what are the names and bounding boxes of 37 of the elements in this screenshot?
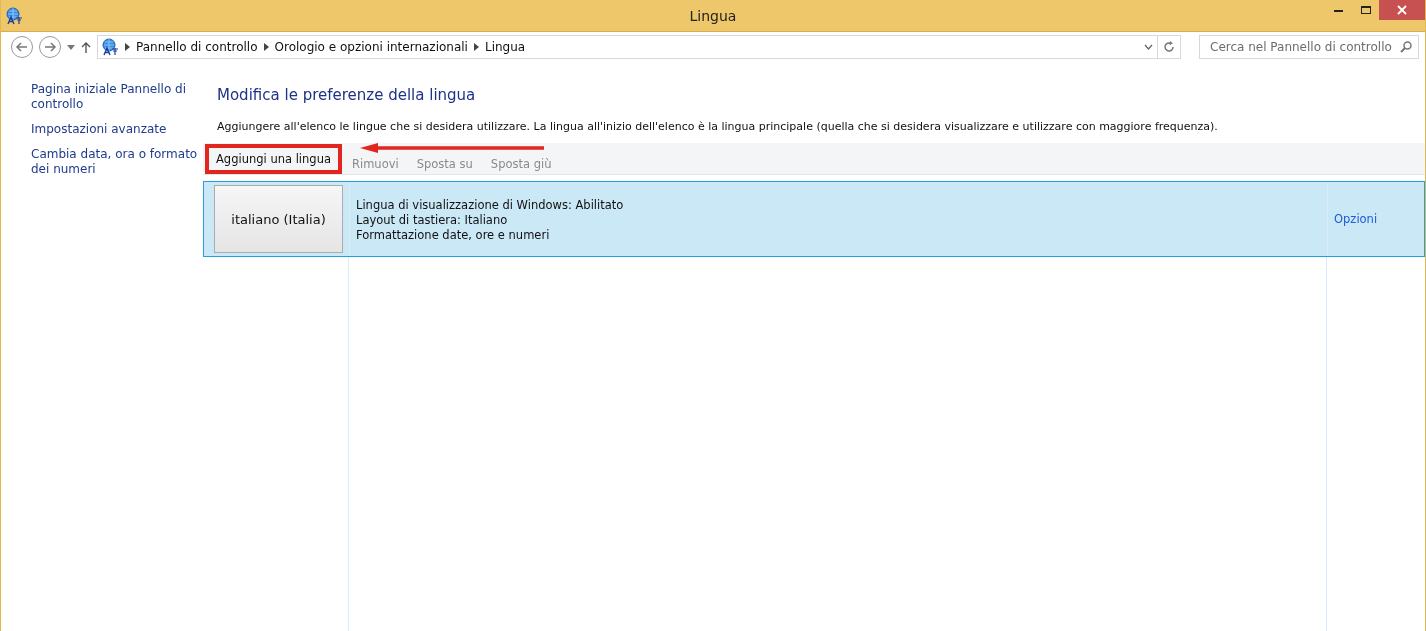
forward-arrow-icon — [44, 42, 56, 52]
minimize-icon — [1334, 8, 1343, 12]
breadcrumb-item[interactable]: Orologio e opzioni internazionali — [274, 40, 468, 54]
globe-language-icon — [5, 6, 23, 25]
search-icon — [1400, 41, 1412, 53]
search-field[interactable]: Cerca nel Pannello di controllo — [1199, 35, 1419, 59]
page-heading: Modifica le preferenze della lingua — [217, 86, 477, 104]
language-row[interactable]: italiano (Italia) Lingua di visualizzazione di Windows: Abilitato Layout di tastiera: Italiano Formattazione date, ore e numeri Opzioni — [203, 181, 1425, 257]
chevron-right-icon — [473, 43, 479, 51]
chevron-right-icon — [263, 43, 269, 51]
window-title: Lingua — [689, 7, 737, 24]
language-button[interactable]: italiano (Italia) — [214, 185, 343, 253]
back-button[interactable] — [11, 36, 33, 58]
maximize-icon — [1360, 6, 1371, 14]
close-icon — [1397, 5, 1407, 15]
sidebar-link[interactable]: Impostazioni avanzate — [31, 122, 203, 137]
back-arrow-icon — [16, 42, 28, 52]
breadcrumb-item[interactable]: Pannello di controllo — [136, 40, 258, 54]
toolbar-button[interactable]: Aggiungi una lingua — [205, 144, 342, 174]
chevron-right-icon — [125, 43, 130, 51]
language-detail: Layout di tastiera: Italiano — [356, 213, 509, 228]
globe-language-icon — [101, 38, 119, 56]
breadcrumb-item[interactable]: Lingua — [484, 40, 526, 54]
refresh-button[interactable] — [1157, 35, 1181, 59]
language-detail: Lingua di visualizzazione di Windows: Abilitato — [356, 198, 625, 213]
refresh-icon — [1163, 41, 1175, 53]
recent-dropdown-button[interactable] — [67, 44, 75, 50]
address-bar[interactable]: Pannello di controllo Orologio e opzioni internazionali Lingua — [97, 35, 1158, 59]
close-button[interactable] — [1379, 0, 1425, 20]
sidebar-link[interactable]: Cambia data, ora o formato dei numeri — [31, 147, 203, 177]
up-button[interactable] — [81, 41, 91, 53]
forward-button[interactable] — [39, 36, 61, 58]
options-link[interactable]: Opzioni — [1334, 212, 1378, 226]
chevron-down-icon[interactable] — [1144, 44, 1153, 50]
description-text: Aggiungere all'elenco le lingue che si desidera utilizzare. La lingua all'inizio dell'elenco è la lingua principale (quella che si desidera visualizzare e utilizzare con maggiore frequenza). — [217, 120, 1219, 133]
language-detail: Formattazione date, ore e numeri — [356, 228, 551, 243]
sidebar-link[interactable]: Pagina iniziale Pannello di controllo — [31, 82, 203, 112]
